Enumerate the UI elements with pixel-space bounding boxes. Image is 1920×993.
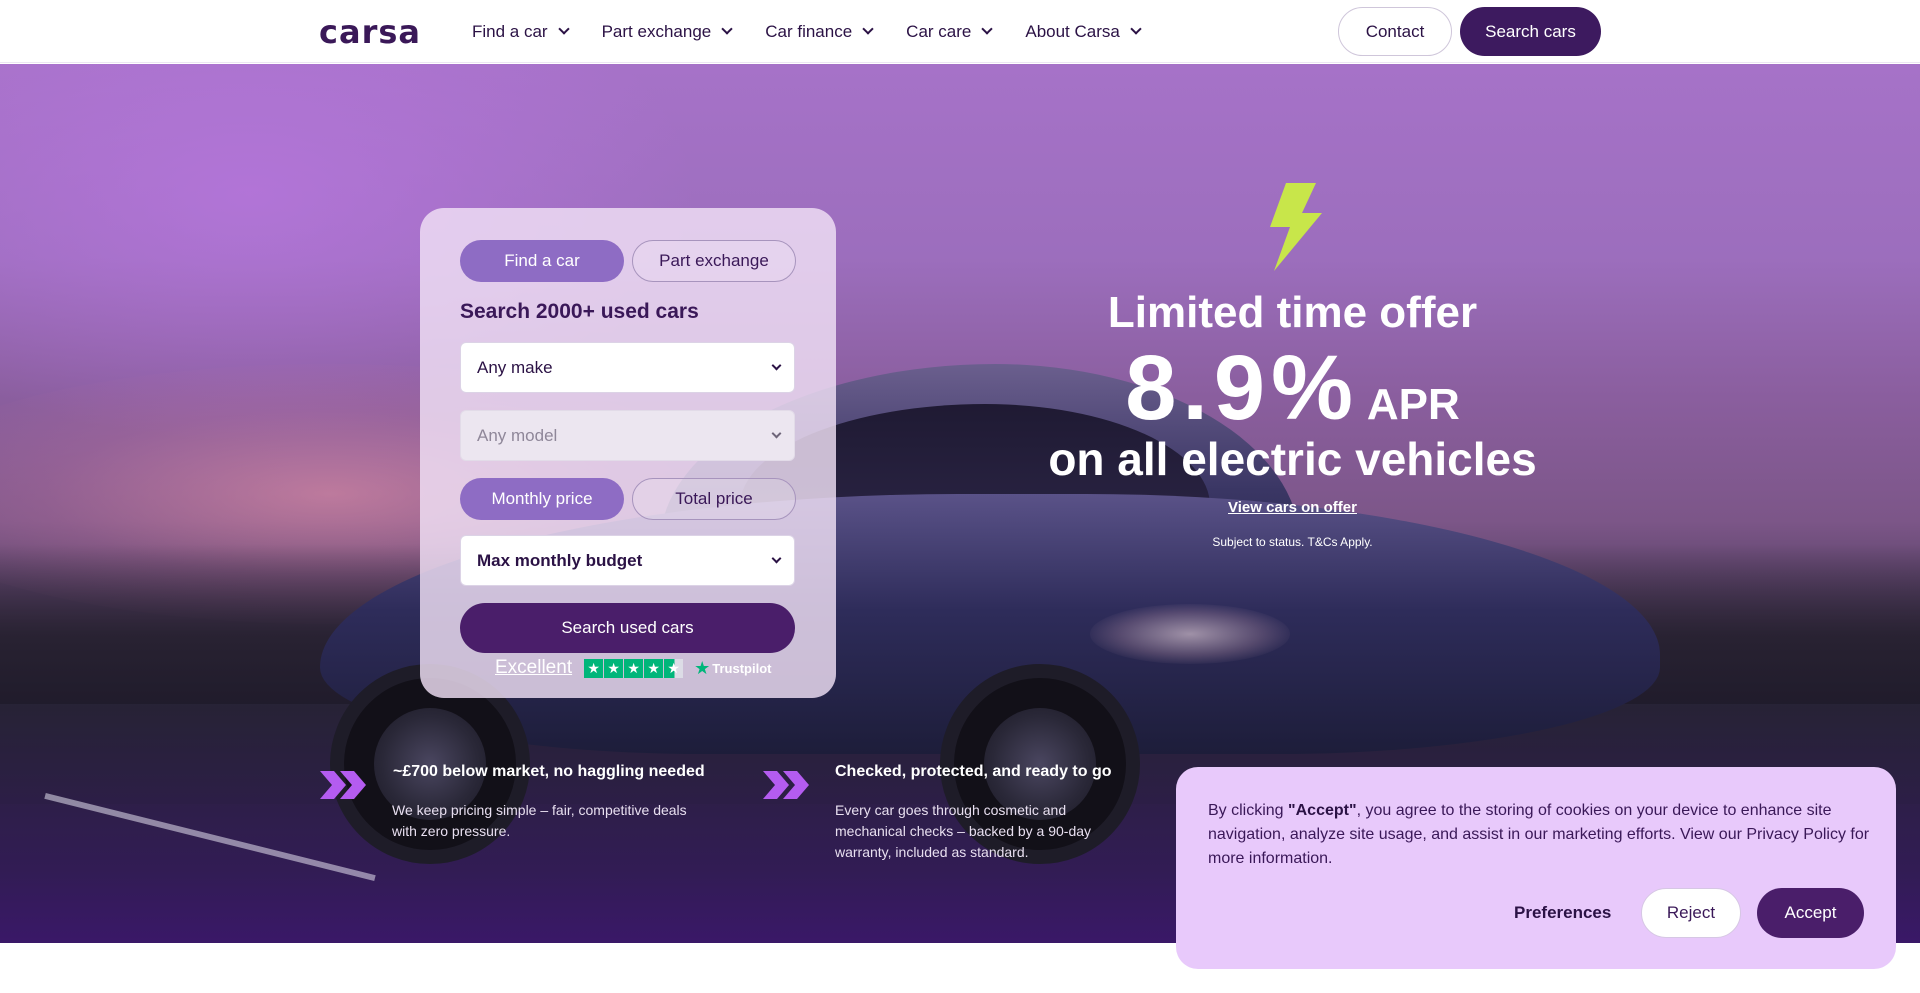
chevron-down-icon xyxy=(557,23,570,35)
double-chevron-icon xyxy=(763,771,809,799)
nav-car-finance[interactable]: Car finance xyxy=(765,21,874,42)
offer-rate-suffix: APR xyxy=(1366,380,1460,429)
offer-rate-value: 8.9% xyxy=(1125,337,1359,439)
budget-select-value: Max monthly budget xyxy=(477,550,643,570)
star-icon: ★ xyxy=(694,657,711,678)
offer-title: Limited time offer xyxy=(1107,288,1478,337)
cookie-message: By clicking "Accept", you agree to the s… xyxy=(1208,799,1873,871)
offer-subtitle: on all electric vehicles xyxy=(1048,433,1537,485)
nav-label: Car care xyxy=(906,21,972,41)
trustpilot-logo: ★ Trustpilot xyxy=(694,658,771,679)
chevron-down-icon xyxy=(771,360,782,371)
star-icon: ★ xyxy=(624,658,644,678)
carsa-logo[interactable]: carsa xyxy=(319,14,421,50)
chevron-down-icon xyxy=(862,23,874,35)
search-used-cars-button[interactable]: Search used cars xyxy=(460,603,795,653)
lightning-bolt-icon xyxy=(1270,183,1322,271)
feature-desc-line: We keep pricing simple – fair, competiti… xyxy=(392,802,687,818)
offer-terms: Subject to status. T&Cs Apply. xyxy=(1212,535,1373,549)
chevron-down-icon xyxy=(771,553,782,564)
make-select-value: Any make xyxy=(477,357,553,377)
chevron-down-icon xyxy=(721,23,733,35)
search-card: Find a car Part exchange Search 2000+ us… xyxy=(420,208,836,698)
nav-label: Find a car xyxy=(472,21,548,41)
feature-description: Every car goes through cosmetic and mech… xyxy=(835,800,1135,863)
chevron-down-icon xyxy=(1130,23,1142,35)
star-icon: ★ xyxy=(644,658,664,678)
feature-desc-line: with zero pressure. xyxy=(392,823,511,839)
feature-desc-line: warranty, included as standard. xyxy=(835,844,1029,860)
view-cars-on-offer-link[interactable]: View cars on offer xyxy=(1000,499,1585,516)
cookie-preferences-button[interactable]: Preferences xyxy=(1514,888,1611,938)
feature-desc-line: Every car goes through cosmetic and xyxy=(835,802,1067,818)
nav-part-exchange[interactable]: Part exchange xyxy=(601,21,733,42)
tab-find-a-car[interactable]: Find a car xyxy=(460,240,624,282)
nav-label: About Carsa xyxy=(1025,21,1120,41)
nav-label: Part exchange xyxy=(601,21,712,41)
chevron-down-icon xyxy=(981,23,994,35)
nav-car-care[interactable]: Car care xyxy=(906,21,994,42)
cookie-accept-button[interactable]: Accept xyxy=(1757,888,1864,938)
double-chevron-icon xyxy=(320,771,366,799)
toggle-monthly-price[interactable]: Monthly price xyxy=(460,478,624,520)
offer-rate: 8.9% APR xyxy=(1000,336,1585,441)
star-icon: ★ xyxy=(584,658,604,678)
star-icon: ★ xyxy=(664,658,684,678)
nav-about-carsa[interactable]: About Carsa xyxy=(1025,21,1142,42)
trustpilot-brand: Trustpilot xyxy=(712,660,772,676)
trustpilot-stars: ★ ★ ★ ★ ★ xyxy=(584,658,684,678)
cookie-accept-quoted: "Accept" xyxy=(1288,802,1357,819)
cookie-reject-button[interactable]: Reject xyxy=(1641,888,1741,938)
nav-find-a-car[interactable]: Find a car xyxy=(472,21,570,42)
main-nav: Find a car Part exchange Car finance Car… xyxy=(472,0,1174,63)
site-header: carsa Find a car Part exchange Car finan… xyxy=(0,0,1920,63)
cookie-prefix: By clicking xyxy=(1208,802,1289,819)
toggle-total-price[interactable]: Total price xyxy=(632,478,796,520)
feature-description: We keep pricing simple – fair, competiti… xyxy=(392,800,722,842)
car-headlight xyxy=(1090,604,1290,664)
nav-label: Car finance xyxy=(765,21,853,41)
feature-title: Checked, protected, and ready to go xyxy=(835,763,1112,780)
feature-desc-line: mechanical checks – backed by a 90-day xyxy=(835,823,1092,839)
model-select-value: Any model xyxy=(477,425,558,445)
feature-title: ~£700 below market, no haggling needed xyxy=(393,763,705,780)
search-card-title: Search 2000+ used cars xyxy=(460,300,699,323)
model-select[interactable]: Any model xyxy=(460,410,795,461)
search-cars-button[interactable]: Search cars xyxy=(1460,7,1601,56)
trustpilot-rating-label: Excellent xyxy=(495,657,573,678)
tab-part-exchange[interactable]: Part exchange xyxy=(632,240,796,282)
cookie-banner: By clicking "Accept", you agree to the s… xyxy=(1176,767,1896,969)
star-icon: ★ xyxy=(604,658,624,678)
chevron-down-icon xyxy=(771,428,782,439)
trustpilot-widget[interactable]: Excellent ★ ★ ★ ★ ★ ★ Trustpilot xyxy=(495,655,771,681)
make-select[interactable]: Any make xyxy=(460,342,795,393)
budget-select[interactable]: Max monthly budget xyxy=(460,535,795,586)
contact-button[interactable]: Contact xyxy=(1338,7,1452,56)
